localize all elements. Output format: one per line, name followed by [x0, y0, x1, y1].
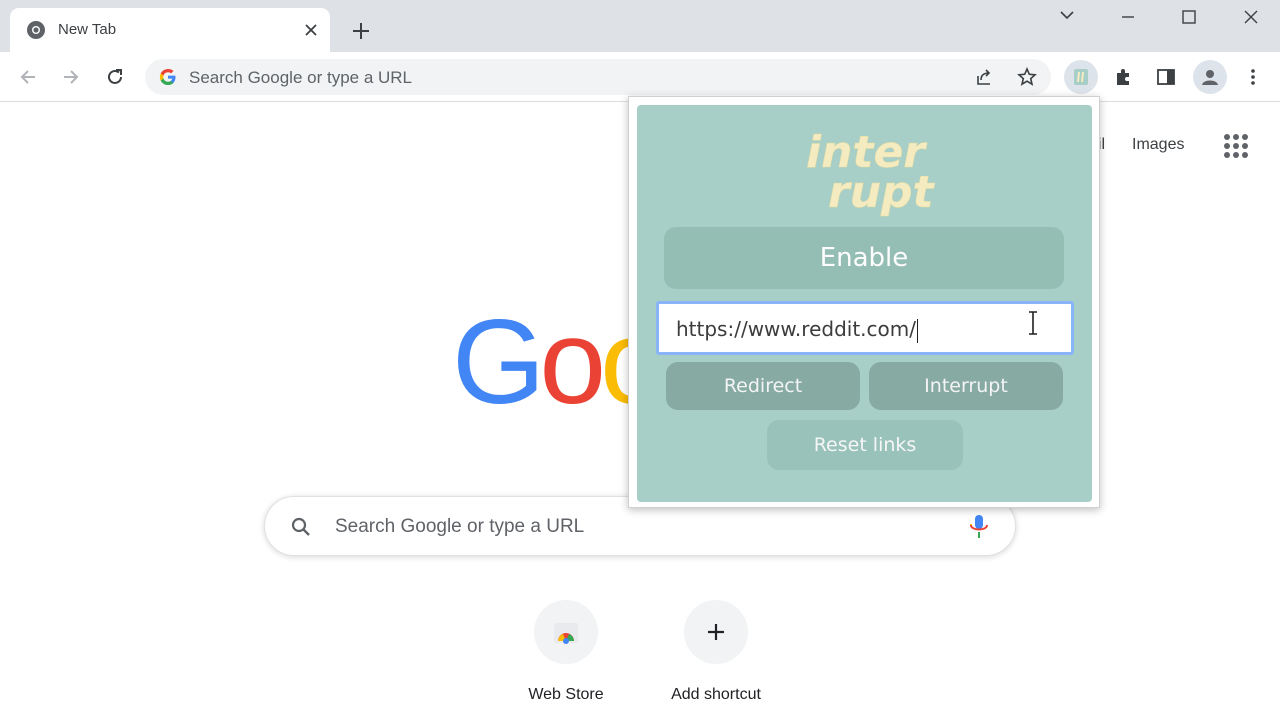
reload-icon[interactable] [101, 63, 129, 91]
shortcut-label: Web Store [528, 686, 604, 703]
logo-letter: o [539, 295, 606, 429]
apps-grid-icon[interactable] [1222, 132, 1250, 160]
enable-button[interactable]: Enable [664, 227, 1064, 289]
share-icon[interactable] [973, 65, 997, 89]
logo-text-line2: rupt [828, 167, 936, 218]
text-caret [916, 318, 918, 343]
ntp-search-placeholder: Search Google or type a URL [335, 516, 585, 537]
new-tab-button[interactable] [348, 18, 374, 44]
logo-letter: G [452, 295, 545, 429]
minimize-icon[interactable] [1115, 4, 1141, 30]
chevron-down-icon[interactable] [1054, 2, 1080, 28]
google-g-icon [159, 69, 176, 85]
mic-icon[interactable] [967, 513, 991, 541]
shortcut-add[interactable]: Add shortcut [656, 600, 776, 704]
close-icon[interactable] [300, 19, 322, 41]
ibeam-cursor-icon [1029, 311, 1037, 335]
web-store-icon [534, 600, 598, 664]
chrome-icon [27, 21, 45, 39]
side-panel-icon[interactable] [1152, 63, 1180, 91]
tab-title: New Tab [58, 21, 117, 38]
star-icon[interactable] [1015, 65, 1039, 89]
search-icon [291, 517, 310, 536]
omnibox[interactable]: Search Google or type a URL [145, 59, 1051, 95]
plus-icon [684, 600, 748, 664]
popup-panel: inter rupt Enable https://www.reddit.com… [637, 105, 1092, 502]
url-input[interactable]: https://www.reddit.com/ [656, 301, 1074, 355]
more-vert-icon[interactable] [1239, 63, 1267, 91]
interrupt-logo: inter rupt [806, 127, 936, 218]
toolbar: Search Google or type a URL [0, 52, 1280, 102]
extension-popup: inter rupt Enable https://www.reddit.com… [628, 96, 1100, 508]
reset-links-button[interactable]: Reset links [767, 420, 963, 470]
back-arrow-icon[interactable] [14, 63, 42, 91]
puzzle-icon[interactable] [1109, 63, 1137, 91]
profile-icon[interactable] [1193, 60, 1227, 94]
interrupt-extension-icon[interactable] [1064, 60, 1098, 94]
omnibox-placeholder: Search Google or type a URL [189, 68, 413, 87]
forward-arrow-icon[interactable] [57, 63, 85, 91]
close-window-icon[interactable] [1238, 4, 1264, 30]
shortcut-web-store[interactable]: Web Store [506, 600, 626, 704]
tab-strip: New Tab [0, 0, 1280, 52]
tab-new-tab[interactable]: New Tab [10, 8, 330, 52]
redirect-button[interactable]: Redirect [666, 362, 860, 410]
interrupt-button[interactable]: Interrupt [869, 362, 1063, 410]
images-link[interactable]: Images [1132, 136, 1184, 154]
shortcut-label: Add shortcut [671, 686, 761, 703]
url-input-value: https://www.reddit.com/ [676, 317, 916, 341]
maximize-icon[interactable] [1176, 4, 1202, 30]
